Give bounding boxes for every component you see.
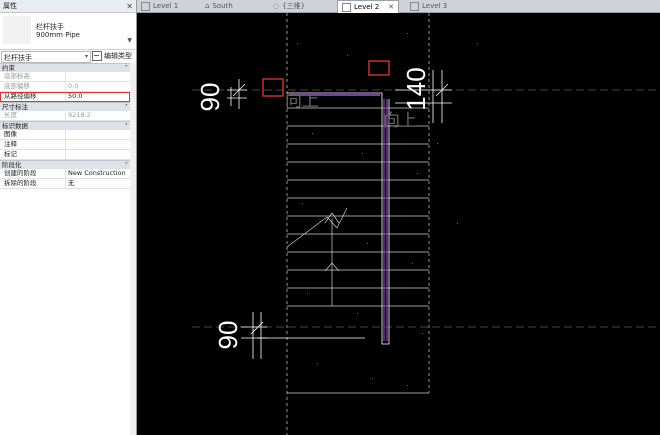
grid-lines <box>192 89 660 328</box>
prop-key: 底部标高 <box>0 72 66 81</box>
type-thumbnail <box>3 16 31 44</box>
close-tab-icon[interactable]: ✕ <box>388 3 394 11</box>
chevron-down-icon: ▾ <box>84 53 88 60</box>
collapse-icon: ˄ <box>124 122 128 130</box>
prop-key: 标记 <box>0 150 66 159</box>
properties-scrollbar[interactable] <box>130 63 136 435</box>
edit-type-button[interactable]: 编辑类型 <box>92 51 132 61</box>
prop-key: 拆除的阶段 <box>0 179 66 188</box>
row-mark[interactable]: 标记 <box>0 150 130 160</box>
collapse-icon: ˄ <box>124 103 128 111</box>
3d-view-icon: ◌ <box>273 2 280 10</box>
edit-type-icon <box>92 51 102 61</box>
up-label: 向上 <box>383 111 417 131</box>
floor-plan-icon <box>410 1 419 11</box>
properties-grid: 约束 ˄ 底部标高 底部偏移 0.0 从路径偏移 50.0 尺寸标注 ˄ 长度 92… <box>0 63 130 189</box>
prop-value: 9218.2 <box>68 111 91 119</box>
edit-type-label: 编辑类型 <box>104 52 132 60</box>
prop-key: 注释 <box>0 140 66 149</box>
prop-value[interactable]: New Construction <box>66 169 130 178</box>
row-phase-created[interactable]: 创建的阶段 New Construction <box>0 169 130 179</box>
tab-level-3[interactable]: Level 3 <box>410 0 447 12</box>
section-label: 约束 <box>2 64 15 72</box>
section-label: 阶段化 <box>2 161 22 169</box>
tab-south[interactable]: ⌂ South <box>205 0 233 12</box>
section-label: 尺寸标注 <box>2 103 28 111</box>
prop-key: 长度 <box>0 111 66 120</box>
row-offset-from-path[interactable]: 从路径偏移 50.0 <box>0 92 130 102</box>
selection-highlight-box <box>368 60 390 76</box>
prop-key: 创建的阶段 <box>0 169 66 178</box>
row-image[interactable]: 图像 <box>0 130 130 140</box>
dimension-left-top: 90 <box>195 83 225 112</box>
selection-highlight-box <box>262 78 284 97</box>
section-dimensions[interactable]: 尺寸标注 ˄ <box>0 102 130 111</box>
drawing-canvas[interactable]: 90 140 90 向上 向上 <box>137 13 660 435</box>
elevation-icon: ⌂ <box>205 2 210 10</box>
tab-label: Level 2 <box>354 3 380 11</box>
close-icon[interactable]: ✕ <box>126 2 133 11</box>
prop-key: 图像 <box>0 130 66 139</box>
prop-value-input[interactable]: 50.0 <box>66 92 130 101</box>
section-constraints[interactable]: 约束 ˄ <box>0 63 130 72</box>
dimension-lines <box>227 70 452 359</box>
dimension-left-bottom: 90 <box>213 321 243 350</box>
row-comments[interactable]: 注释 <box>0 140 130 150</box>
type-name: 900mm Pipe <box>36 31 80 39</box>
tab-label: Level 1 <box>153 2 179 10</box>
collapse-icon: ˄ <box>124 161 128 169</box>
row-base-offset[interactable]: 底部偏移 0.0 <box>0 82 130 92</box>
prop-value[interactable]: 0.0 <box>66 82 130 91</box>
prop-value[interactable] <box>66 140 130 149</box>
prop-value[interactable] <box>66 72 130 81</box>
prop-value[interactable]: 无 <box>66 179 130 188</box>
tab-label: South <box>212 2 233 10</box>
row-base-level[interactable]: 底部标高 <box>0 72 130 82</box>
tab-label: {三维} <box>282 2 306 10</box>
section-label: 标识数据 <box>2 122 28 130</box>
prop-key: 底部偏移 <box>0 82 66 91</box>
collapse-icon: ˄ <box>124 64 128 72</box>
properties-title-bar: 属性 ✕ <box>0 0 136 13</box>
section-identity[interactable]: 标识数据 ˄ <box>0 121 130 130</box>
tab-level-1[interactable]: Level 1 <box>141 0 178 12</box>
row-length[interactable]: 长度 9218.2 <box>0 111 130 121</box>
instance-filter-dropdown[interactable]: 栏杆扶手 ▾ <box>1 51 91 63</box>
section-phasing[interactable]: 阶段化 ˄ <box>0 160 130 169</box>
dimension-right-top: 140 <box>401 67 431 110</box>
up-label: 向上 <box>285 91 319 111</box>
prop-value[interactable] <box>66 130 130 139</box>
view-tabs: Level 1 ⌂ South ◌ {三维} Level 2 ✕ Level 3 <box>137 0 660 13</box>
tab-level-2[interactable]: Level 2 ✕ <box>337 0 400 13</box>
floor-plan-icon <box>342 2 351 12</box>
row-phase-demolished[interactable]: 拆除的阶段 无 <box>0 179 130 189</box>
properties-panel: 属性 ✕ 栏杆扶手 900mm Pipe ▼ 栏杆扶手 ▾ 编辑类型 约束 ˄ 底… <box>0 0 137 435</box>
prop-key: 从路径偏移 <box>0 92 66 101</box>
instance-filter-value: 栏杆扶手 <box>4 54 32 62</box>
chevron-down-icon[interactable]: ▼ <box>127 37 132 44</box>
prop-value[interactable] <box>66 150 130 159</box>
tab-label: Level 3 <box>422 2 448 10</box>
type-selector[interactable]: 栏杆扶手 900mm Pipe ▼ <box>0 13 135 50</box>
tab-3d[interactable]: ◌ {三维} <box>273 0 305 12</box>
floor-plan-icon <box>141 1 150 11</box>
properties-title: 属性 <box>3 2 17 10</box>
